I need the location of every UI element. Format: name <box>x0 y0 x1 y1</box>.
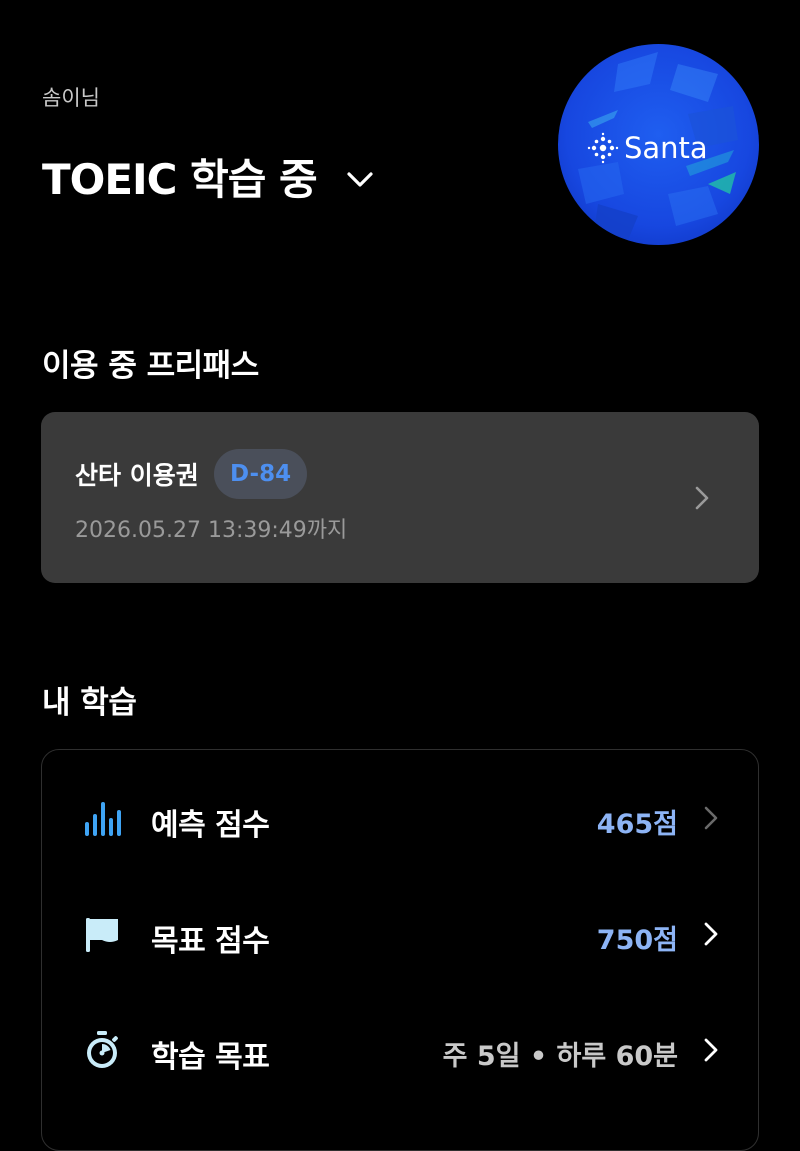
user-greeting: 솜이님 <box>42 86 100 110</box>
flag-icon <box>86 918 118 952</box>
chevron-right-icon <box>704 922 718 946</box>
predicted-score-row[interactable]: 예측 점수 465점 <box>42 768 758 868</box>
bar-chart-icon <box>85 802 121 836</box>
chevron-down-icon <box>347 171 373 187</box>
freepass-card[interactable]: 산타 이용권 D-84 2026.05.27 13:39:49까지 <box>41 412 759 583</box>
row-label: 학습 목표 <box>151 1040 270 1075</box>
row-value: 465점 <box>596 809 678 840</box>
my-study-card: 예측 점수 465점 목표 점수 750점 학습 목표 주 5일 • 하루 60… <box>41 749 759 1151</box>
chevron-right-icon <box>695 486 709 510</box>
row-value: 750점 <box>596 925 678 956</box>
dday-badge: D-84 <box>214 449 308 499</box>
page-title: TOEIC 학습 중 <box>42 155 318 204</box>
study-goal-row[interactable]: 학습 목표 주 5일 • 하루 60분 <box>42 1000 758 1100</box>
pass-expiry: 2026.05.27 13:39:49까지 <box>75 518 348 543</box>
freepass-section-title: 이용 중 프리패스 <box>42 348 259 384</box>
row-value: 주 5일 • 하루 60분 <box>442 1041 678 1072</box>
chevron-right-icon <box>704 806 718 830</box>
target-score-row[interactable]: 목표 점수 750점 <box>42 884 758 984</box>
pass-name: 산타 이용권 <box>75 461 199 490</box>
avatar-logo-text: Santa <box>624 131 708 165</box>
stopwatch-icon <box>87 1031 118 1068</box>
profile-avatar[interactable]: Santa <box>558 44 759 245</box>
my-study-section-title: 내 학습 <box>42 685 137 721</box>
row-label: 예측 점수 <box>151 808 270 843</box>
course-selector[interactable]: TOEIC 학습 중 <box>42 146 377 207</box>
row-label: 목표 점수 <box>151 924 270 959</box>
chevron-right-icon <box>704 1038 718 1062</box>
